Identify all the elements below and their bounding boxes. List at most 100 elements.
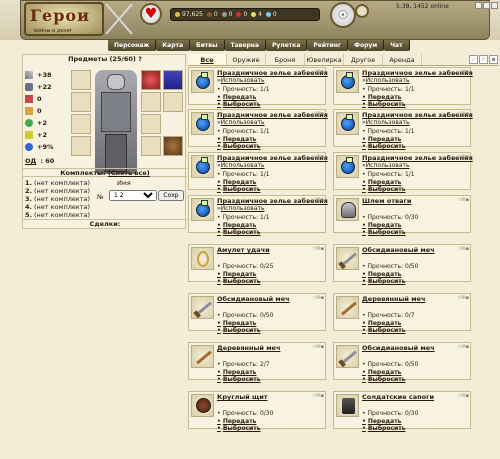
unequip-all-link[interactable]: (Снять все) — [108, 169, 150, 177]
game-logo[interactable]: Герои войны и денег — [24, 2, 104, 36]
item-transfer-link[interactable]: Передать — [217, 271, 257, 278]
helmet-icon[interactable] — [107, 74, 125, 90]
save-set-button[interactable]: Сохр — [158, 190, 184, 201]
item-thumbnail[interactable] — [191, 198, 214, 221]
item-discard-link[interactable]: Выбросить — [217, 143, 261, 150]
set-number-select[interactable]: 1 2 — [109, 190, 157, 201]
slot-pet[interactable] — [163, 136, 183, 156]
item-discard-link[interactable]: Выбросить — [217, 278, 261, 285]
tab-jewelry[interactable]: Ювелирка — [305, 54, 344, 65]
item-discard-link[interactable]: Выбросить — [217, 101, 261, 108]
slot-book[interactable] — [163, 70, 183, 90]
item-transfer-link[interactable]: Передать — [217, 136, 257, 143]
item-use-link[interactable]: »Использовать — [362, 77, 410, 84]
slot-shield[interactable] — [141, 92, 161, 112]
item-use-link[interactable]: »Использовать — [217, 162, 265, 169]
item-discard-link[interactable]: Выбросить — [362, 278, 406, 285]
item-transfer-link[interactable]: Передать — [217, 418, 257, 425]
item-name[interactable]: Солдатские сапоги — [362, 393, 434, 401]
item-name[interactable]: Обсидиановый меч — [362, 246, 435, 254]
view-icon[interactable]: ▪ — [489, 55, 498, 64]
tab-rent[interactable]: Аренда — [383, 54, 422, 65]
item-use-link[interactable]: »Использовать — [217, 119, 265, 126]
item-thumbnail[interactable] — [191, 296, 214, 319]
item-thumbnail[interactable] — [191, 70, 214, 93]
item-discard-link[interactable]: Выбросить — [362, 101, 406, 108]
item-thumbnail[interactable] — [191, 112, 214, 135]
nav-character[interactable]: Персонаж — [108, 40, 157, 51]
item-thumbnail[interactable] — [336, 198, 359, 221]
tab-weapons[interactable]: Оружие — [227, 54, 266, 65]
item-thumbnail[interactable] — [336, 112, 359, 135]
tab-armor[interactable]: Броня — [266, 54, 305, 65]
item-transfer-link[interactable]: Передать — [362, 94, 402, 101]
item-transfer-link[interactable]: Передать — [362, 320, 402, 327]
item-use-link[interactable]: »Использовать — [362, 119, 410, 126]
set-row[interactable]: 4. (нет комплекта) — [25, 203, 95, 211]
item-discard-link[interactable]: Выбросить — [362, 186, 406, 193]
help-link[interactable]: ? — [138, 55, 142, 63]
nav-tavern[interactable]: Таверна — [224, 40, 266, 51]
set-row[interactable]: 3. (нет комплекта) — [25, 195, 95, 203]
minimize-icon[interactable] — [475, 2, 482, 9]
item-thumbnail[interactable] — [191, 394, 214, 417]
nav-battles[interactable]: Битвы — [190, 40, 225, 51]
favorite-star-icon[interactable]: ☆ — [469, 55, 478, 64]
boots-icon[interactable] — [105, 134, 127, 172]
item-name[interactable]: Обсидиановый меч — [217, 295, 290, 303]
nav-forum[interactable]: Форум — [348, 40, 385, 51]
item-thumbnail[interactable] — [191, 345, 214, 368]
item-transfer-link[interactable]: Передать — [217, 320, 257, 327]
item-thumbnail[interactable] — [336, 247, 359, 270]
item-discard-link[interactable]: Выбросить — [362, 327, 406, 334]
set-row[interactable]: 5. (нет комплекта) — [25, 211, 95, 219]
nav-rating[interactable]: Рейтинг — [307, 40, 349, 51]
item-name[interactable]: Деревянный меч — [362, 295, 425, 303]
item-transfer-link[interactable]: Передать — [217, 94, 257, 101]
item-thumbnail[interactable] — [336, 155, 359, 178]
nav-chat[interactable]: Чат — [384, 40, 410, 51]
item-thumbnail[interactable] — [191, 155, 214, 178]
set-row[interactable]: 1. (нет комплекта) — [25, 179, 95, 187]
item-transfer-link[interactable]: Передать — [362, 271, 402, 278]
item-discard-link[interactable]: Выбросить — [362, 425, 406, 432]
item-discard-link[interactable]: Выбросить — [362, 143, 406, 150]
slot-extra-2[interactable] — [141, 114, 161, 134]
item-name[interactable]: Амулет удачи — [217, 246, 270, 254]
set-row[interactable]: 2. (нет комплекта) — [25, 187, 95, 195]
tab-other[interactable]: Другое — [344, 54, 383, 65]
nav-map[interactable]: Карта — [156, 40, 191, 51]
item-discard-link[interactable]: Выбросить — [217, 229, 261, 236]
item-discard-link[interactable]: Выбросить — [362, 229, 406, 236]
slot-ring[interactable] — [71, 92, 91, 112]
item-transfer-link[interactable]: Передать — [362, 418, 402, 425]
item-discard-link[interactable]: Выбросить — [217, 425, 261, 432]
item-name[interactable]: Шлем отваги — [362, 197, 411, 205]
item-thumbnail[interactable] — [336, 394, 359, 417]
item-transfer-link[interactable]: Передать — [217, 369, 257, 376]
item-discard-link[interactable]: Выбросить — [217, 376, 261, 383]
item-transfer-link[interactable]: Передать — [362, 179, 402, 186]
armor-icon[interactable] — [101, 92, 131, 132]
slot-extra-3[interactable] — [141, 136, 161, 156]
item-name[interactable]: Круглый щит — [217, 393, 268, 401]
tab-all[interactable]: Все — [188, 54, 227, 65]
item-thumbnail[interactable] — [336, 296, 359, 319]
slot-extra-1[interactable] — [163, 92, 183, 112]
character-icon[interactable] — [355, 4, 369, 18]
item-name[interactable]: Деревянный меч — [217, 344, 280, 352]
item-use-link[interactable]: »Использовать — [362, 162, 410, 169]
favorite-star-2-icon[interactable]: ☆ — [479, 55, 488, 64]
item-discard-link[interactable]: Выбросить — [362, 376, 406, 383]
item-transfer-link[interactable]: Передать — [217, 179, 257, 186]
item-name[interactable]: Обсидиановый меч — [362, 344, 435, 352]
item-thumbnail[interactable] — [336, 345, 359, 368]
item-transfer-link[interactable]: Передать — [217, 222, 257, 229]
item-thumbnail[interactable] — [336, 70, 359, 93]
zodiac-icon[interactable]: ☉ — [330, 2, 356, 28]
item-transfer-link[interactable]: Передать — [362, 222, 402, 229]
slot-weapon[interactable] — [71, 114, 91, 134]
slot-amulet[interactable] — [71, 70, 91, 90]
item-discard-link[interactable]: Выбросить — [217, 186, 261, 193]
item-transfer-link[interactable]: Передать — [362, 369, 402, 376]
